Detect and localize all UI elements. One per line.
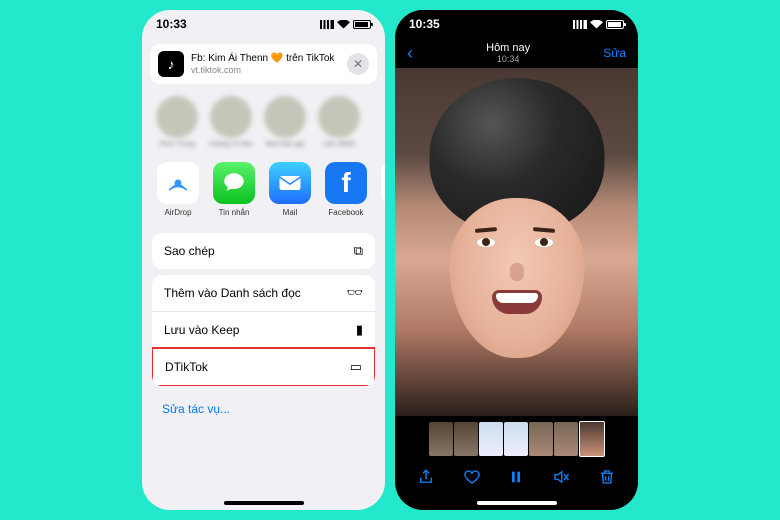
phone-share-sheet: 10:33 ♪ Fb: Kim Ái Thenn 🧡 trên TikTok v…: [142, 10, 385, 510]
app-label: Facebook: [322, 208, 370, 217]
glasses-icon: 👓︎: [346, 285, 363, 301]
tiktok-app-icon: ♪: [158, 51, 184, 77]
action-label: Lưu vào Keep: [164, 323, 239, 337]
delete-button[interactable]: [598, 468, 616, 491]
app-airdrop[interactable]: AirDrop: [154, 162, 202, 217]
app-next[interactable]: Ni: [378, 162, 385, 217]
contacts-row: Phúc Trung Hoàng Vi Hào Meo bạn gái Liên…: [142, 90, 385, 158]
app-label: Ni: [378, 208, 385, 217]
action-reading-list[interactable]: Thêm vào Danh sách đọc 👓︎: [152, 275, 375, 311]
avatar: [318, 96, 360, 138]
contact-item[interactable]: Meo bạn gái: [262, 96, 308, 148]
thumbnail[interactable]: [529, 422, 553, 456]
app-label: Mail: [266, 208, 314, 217]
action-group-copy: Sao chép ⧉: [152, 233, 375, 269]
thumbnail-active[interactable]: [579, 421, 605, 457]
status-time: 10:35: [409, 17, 440, 31]
home-indicator[interactable]: [477, 501, 557, 505]
contact-label: Phúc Trung: [154, 141, 200, 148]
bookmark-icon: ▮: [356, 322, 363, 338]
status-time: 10:33: [156, 17, 187, 31]
thumbnail[interactable]: [504, 422, 528, 456]
app-icon: [381, 162, 385, 204]
wifi-icon: [337, 20, 350, 29]
favorite-button[interactable]: [463, 468, 481, 491]
nav-subtitle: 10:34: [413, 54, 603, 64]
action-copy[interactable]: Sao chép ⧉: [152, 233, 375, 269]
battery-icon: [353, 20, 371, 29]
status-bar: 10:35: [395, 10, 638, 38]
edit-button[interactable]: Sửa: [603, 46, 626, 60]
facebook-icon: f: [325, 162, 367, 204]
close-button[interactable]: ✕: [347, 53, 369, 75]
messages-icon: [213, 162, 255, 204]
signal-icon: [573, 20, 587, 29]
nav-title-block: Hôm nay 10:34: [413, 42, 603, 64]
pause-button[interactable]: [508, 469, 524, 490]
airdrop-icon: [157, 162, 199, 204]
contact-label: Meo bạn gái: [262, 141, 308, 148]
battery-icon: [606, 20, 624, 29]
video-icon: ▭: [350, 359, 362, 375]
avatar: [264, 96, 306, 138]
avatar: [210, 96, 252, 138]
app-mail[interactable]: Mail: [266, 162, 314, 217]
contact-label: Hoàng Vi Hào: [208, 141, 254, 148]
mail-icon: [269, 162, 311, 204]
home-indicator[interactable]: [224, 501, 304, 505]
app-facebook[interactable]: f Facebook: [322, 162, 370, 217]
share-title: Fb: Kim Ái Thenn 🧡 trên TikTok: [191, 53, 340, 65]
share-subtitle: vt.tiktok.com: [191, 65, 340, 76]
photo-toolbar: [395, 460, 638, 507]
contact-item[interactable]: Phúc Trung: [154, 96, 200, 148]
apps-row: AirDrop Tin nhắn Mail f Facebook Ni: [142, 158, 385, 227]
action-dtiktok[interactable]: DTikTok ▭: [152, 347, 375, 386]
avatar: [156, 96, 198, 138]
copy-icon: ⧉: [354, 243, 363, 259]
status-icons: [573, 20, 624, 29]
thumbnail[interactable]: [429, 422, 453, 456]
status-bar: 10:33: [142, 10, 385, 38]
thumbnail[interactable]: [454, 422, 478, 456]
thumbnail-strip: [395, 416, 638, 460]
action-label: Sao chép: [164, 244, 215, 258]
edit-actions-link[interactable]: Sửa tác vụ...: [142, 392, 385, 426]
action-label: DTikTok: [165, 360, 208, 374]
wifi-icon: [590, 20, 603, 29]
app-label: AirDrop: [154, 208, 202, 217]
mute-button[interactable]: [552, 468, 570, 491]
app-messages[interactable]: Tin nhắn: [210, 162, 258, 217]
action-label: Thêm vào Danh sách đọc: [164, 286, 301, 300]
thumbnail[interactable]: [554, 422, 578, 456]
action-group-main: Thêm vào Danh sách đọc 👓︎ Lưu vào Keep ▮…: [152, 275, 375, 386]
phone-photos-viewer: 10:35 ‹ Hôm nay 10:34 Sửa: [395, 10, 638, 510]
status-icons: [320, 20, 371, 29]
main-photo[interactable]: [395, 68, 638, 416]
close-icon: ✕: [353, 57, 363, 71]
signal-icon: [320, 20, 334, 29]
share-button[interactable]: [417, 468, 435, 491]
action-keep[interactable]: Lưu vào Keep ▮: [152, 311, 375, 348]
contact-item[interactable]: Hoàng Vi Hào: [208, 96, 254, 148]
contact-label: Liên MMO: [316, 141, 362, 148]
share-header: ♪ Fb: Kim Ái Thenn 🧡 trên TikTok vt.tikt…: [150, 44, 377, 84]
share-header-text: Fb: Kim Ái Thenn 🧡 trên TikTok vt.tiktok…: [191, 53, 340, 76]
contact-item[interactable]: Liên MMO: [316, 96, 362, 148]
app-label: Tin nhắn: [210, 208, 258, 217]
thumbnail[interactable]: [479, 422, 503, 456]
photo-nav: ‹ Hôm nay 10:34 Sửa: [395, 38, 638, 68]
nav-title: Hôm nay: [413, 42, 603, 54]
